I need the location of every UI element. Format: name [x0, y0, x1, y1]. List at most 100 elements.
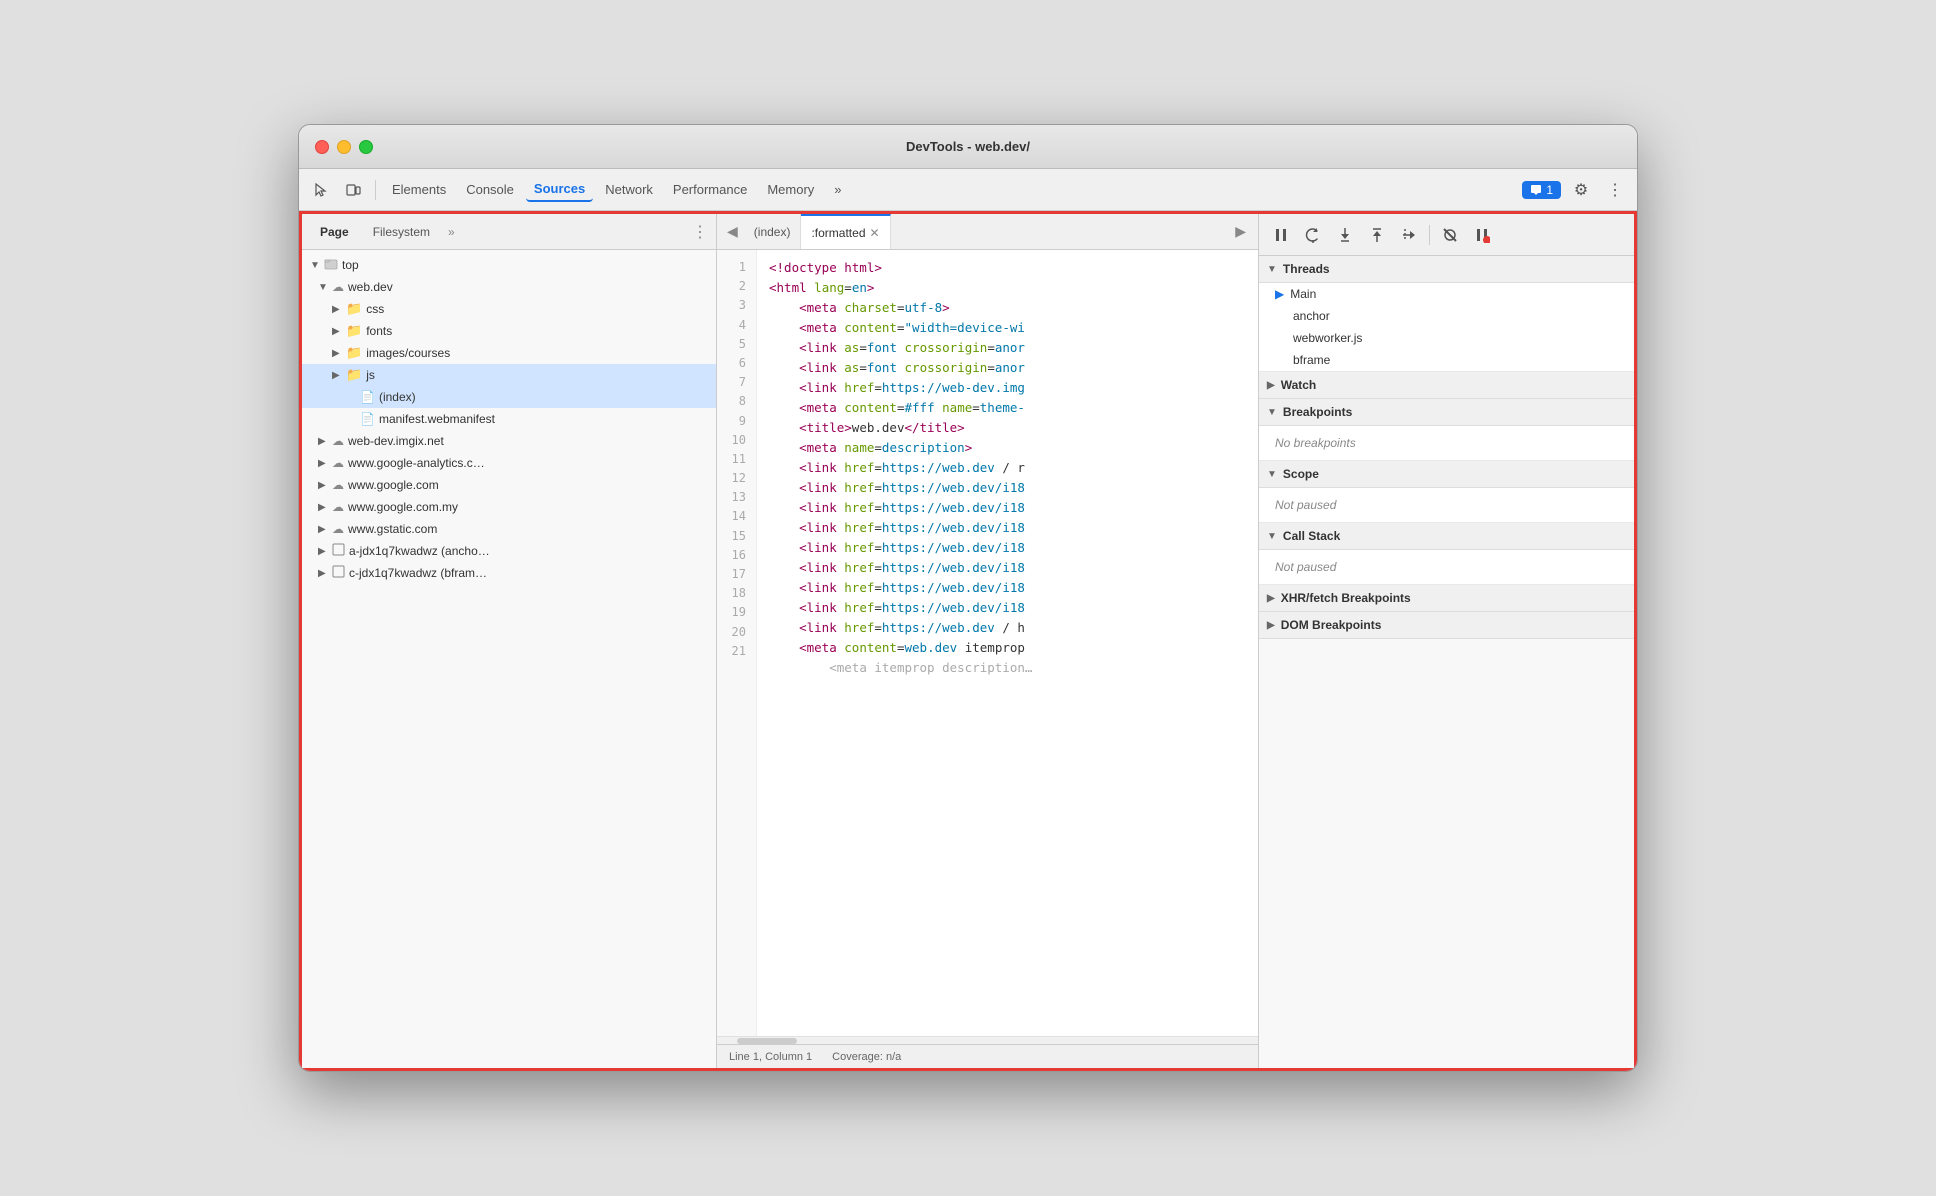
tab-console[interactable]: Console	[458, 178, 522, 201]
deactivate-button[interactable]	[1436, 221, 1464, 249]
tree-item-google[interactable]: ▶ ☁ www.google.com	[302, 474, 716, 496]
tab-memory[interactable]: Memory	[759, 178, 822, 201]
thread-main[interactable]: ▶ Main	[1259, 283, 1634, 305]
arrow-webdev: ▼	[318, 282, 332, 293]
label-manifest: manifest.webmanifest	[379, 412, 495, 426]
code-line-8: <meta content=#fff name=theme-	[769, 398, 1246, 418]
tree-item-gstatic[interactable]: ▶ ☁ www.gstatic.com	[302, 518, 716, 540]
tree-item-webdev[interactable]: ▼ ☁ web.dev	[302, 276, 716, 298]
tab-filesystem[interactable]: Filesystem	[363, 221, 440, 243]
arrow-ga: ▶	[318, 458, 332, 469]
tree-item-anchor[interactable]: ▶ a-jdx1q7kwadwz (ancho…	[302, 540, 716, 562]
thread-bframe[interactable]: bframe	[1259, 349, 1634, 371]
notification-count: 1	[1546, 183, 1553, 197]
label-gstatic: www.gstatic.com	[348, 522, 437, 536]
folder-icon-js: 📁	[346, 367, 362, 383]
code-content[interactable]: <!doctype html> <html lang=en> <meta cha…	[757, 250, 1258, 1036]
debugger-toolbar	[1259, 214, 1634, 256]
tree-item-top[interactable]: ▼ top	[302, 254, 716, 276]
pause-button[interactable]	[1267, 221, 1295, 249]
tab-close-icon[interactable]: ✕	[870, 226, 880, 240]
line-num-12: 12	[725, 469, 746, 488]
cloud-icon-imgix: ☁	[332, 434, 344, 448]
file-tree: ▼ top ▼ ☁ web.dev	[302, 250, 716, 1068]
settings-icon[interactable]: ⚙	[1567, 176, 1595, 204]
tree-item-js[interactable]: ▶ 📁 js	[302, 364, 716, 386]
panel-menu-icon[interactable]: ⋮	[692, 222, 708, 242]
tree-item-manifest[interactable]: 📄 manifest.webmanifest	[302, 408, 716, 430]
step-out-button[interactable]	[1363, 221, 1391, 249]
notification-badge[interactable]: 1	[1522, 181, 1561, 199]
line-num-19: 19	[725, 603, 746, 622]
tab-performance[interactable]: Performance	[665, 178, 755, 201]
tab-elements[interactable]: Elements	[384, 178, 454, 201]
editor-tabs: ◀ (index) :formatted ✕ ▶	[717, 214, 1258, 250]
run-snippet-icon[interactable]: ▶	[1227, 219, 1254, 244]
tree-item-ga[interactable]: ▶ ☁ www.google-analytics.c…	[302, 452, 716, 474]
tree-item-images[interactable]: ▶ 📁 images/courses	[302, 342, 716, 364]
code-line-4: <meta content="width=device-wi	[769, 318, 1246, 338]
thread-anchor[interactable]: anchor	[1259, 305, 1634, 327]
tab-more-left[interactable]: »	[444, 223, 459, 241]
dom-section-header[interactable]: ▶ DOM Breakpoints	[1259, 612, 1634, 639]
thread-main-label: Main	[1290, 287, 1316, 301]
xhr-arrow: ▶	[1267, 593, 1275, 604]
thread-webworker[interactable]: webworker.js	[1259, 327, 1634, 349]
threads-section-header[interactable]: ▼ Threads	[1259, 256, 1634, 283]
cursor-position: Line 1, Column 1	[729, 1051, 812, 1063]
tree-item-fonts[interactable]: ▶ 📁 fonts	[302, 320, 716, 342]
code-line-14: <link href=https://web.dev/i18	[769, 518, 1246, 538]
callstack-section-header[interactable]: ▼ Call Stack	[1259, 523, 1634, 550]
minimize-button[interactable]	[337, 140, 351, 154]
dom-label: DOM Breakpoints	[1281, 618, 1382, 632]
code-line-2: <html lang=en>	[769, 278, 1246, 298]
code-line-3: <meta charset=utf-8>	[769, 298, 1246, 318]
arrow-imgix: ▶	[318, 436, 332, 447]
editor-tab-index[interactable]: (index)	[744, 214, 802, 249]
step-into-button[interactable]	[1331, 221, 1359, 249]
line-num-20: 20	[725, 623, 746, 642]
step-over-button[interactable]	[1299, 221, 1327, 249]
tab-label-index: (index)	[754, 225, 791, 239]
scrollbar-thumb[interactable]	[737, 1038, 797, 1044]
watch-section-header[interactable]: ▶ Watch	[1259, 372, 1634, 399]
label-bframe: c-jdx1q7kwadwz (bfram…	[349, 566, 487, 580]
line-num-2: 2	[725, 277, 746, 296]
left-panel: Page Filesystem » ⋮ ▼ top	[302, 214, 717, 1068]
nav-back-icon[interactable]: ◀	[721, 219, 744, 244]
tab-sources[interactable]: Sources	[526, 177, 593, 202]
tab-more[interactable]: »	[826, 178, 849, 201]
pause-exceptions-button[interactable]	[1468, 221, 1496, 249]
tree-item-index[interactable]: 📄 (index)	[302, 386, 716, 408]
scope-section-header[interactable]: ▼ Scope	[1259, 461, 1634, 488]
tree-item-imgix[interactable]: ▶ ☁ web-dev.imgix.net	[302, 430, 716, 452]
editor-tab-formatted[interactable]: :formatted ✕	[801, 214, 890, 249]
dom-arrow: ▶	[1267, 620, 1275, 631]
breakpoints-arrow: ▼	[1267, 407, 1277, 418]
tree-item-bframe[interactable]: ▶ c-jdx1q7kwadwz (bfram…	[302, 562, 716, 584]
right-panel: ▼ Threads ▶ Main anchor webworker.js	[1259, 214, 1634, 1068]
select-tool-icon[interactable]	[307, 176, 335, 204]
tab-page[interactable]: Page	[310, 221, 359, 243]
code-line-12: <link href=https://web.dev/i18	[769, 478, 1246, 498]
arrow-google: ▶	[318, 480, 332, 491]
breakpoints-section-header[interactable]: ▼ Breakpoints	[1259, 399, 1634, 426]
tree-item-css[interactable]: ▶ 📁 css	[302, 298, 716, 320]
xhr-section-header[interactable]: ▶ XHR/fetch Breakpoints	[1259, 585, 1634, 612]
close-button[interactable]	[315, 140, 329, 154]
tab-network[interactable]: Network	[597, 178, 661, 201]
callstack-content: Not paused	[1259, 550, 1634, 585]
breakpoints-content: No breakpoints	[1259, 426, 1634, 461]
maximize-button[interactable]	[359, 140, 373, 154]
menu-icon[interactable]: ⋮	[1601, 176, 1629, 204]
callstack-arrow: ▼	[1267, 531, 1277, 542]
horizontal-scrollbar[interactable]	[717, 1036, 1258, 1044]
code-line-16: <link href=https://web.dev/i18	[769, 558, 1246, 578]
folder-icon-css: 📁	[346, 301, 362, 317]
tree-item-googlemy[interactable]: ▶ ☁ www.google.com.my	[302, 496, 716, 518]
step-button[interactable]	[1395, 221, 1423, 249]
device-toolbar-icon[interactable]	[339, 176, 367, 204]
code-area: 1 2 3 4 5 6 7 8 9 10 11 12 13 14 15 16 1	[717, 250, 1258, 1036]
threads-label: Threads	[1283, 262, 1330, 276]
arrow-top: ▼	[310, 260, 324, 271]
